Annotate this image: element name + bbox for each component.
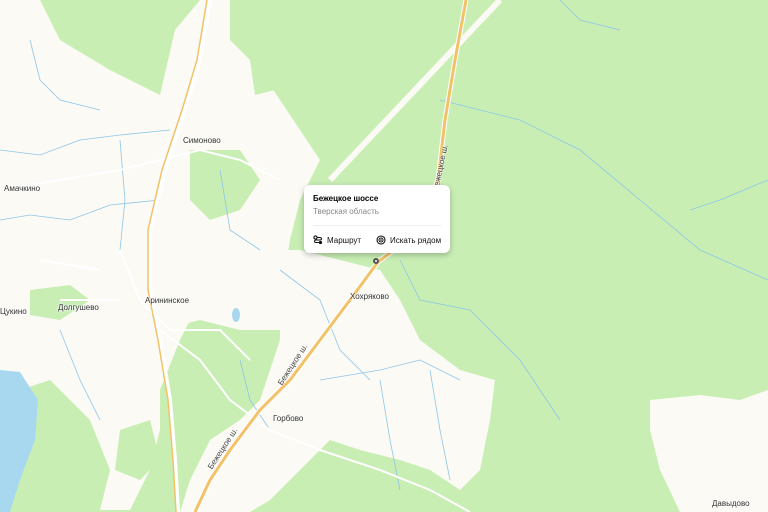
route-button-label: Маршрут: [327, 235, 362, 245]
popup-subtitle: Тверская область: [313, 207, 379, 216]
place-davydovo[interactable]: Давыдово: [712, 499, 750, 508]
place-amachkino[interactable]: Амачкино: [4, 184, 40, 193]
route-button[interactable]: Маршрут: [313, 234, 361, 246]
place-arininskoe[interactable]: Арининское: [145, 296, 189, 305]
popup-divider: [313, 225, 441, 226]
place-khokhryakovo[interactable]: Хохряково: [350, 292, 389, 301]
popup-title: Бежецкое шоссе: [313, 194, 379, 203]
place-dolgushevo[interactable]: Долгушево: [58, 303, 99, 312]
search-nearby-label: Искать рядом: [390, 235, 442, 245]
location-popup: Бежецкое шоссе Тверская область Маршрут …: [304, 185, 450, 253]
place-tsukino[interactable]: Цукино: [0, 307, 27, 316]
place-simonovo[interactable]: Симоново: [183, 136, 221, 145]
route-icon: [313, 235, 323, 245]
search-nearby-icon: [376, 235, 386, 245]
place-gorbovo[interactable]: Горбово: [273, 414, 303, 423]
map-canvas[interactable]: [0, 0, 768, 512]
selected-point-marker[interactable]: [373, 258, 379, 264]
search-nearby-button[interactable]: Искать рядом: [376, 234, 441, 246]
